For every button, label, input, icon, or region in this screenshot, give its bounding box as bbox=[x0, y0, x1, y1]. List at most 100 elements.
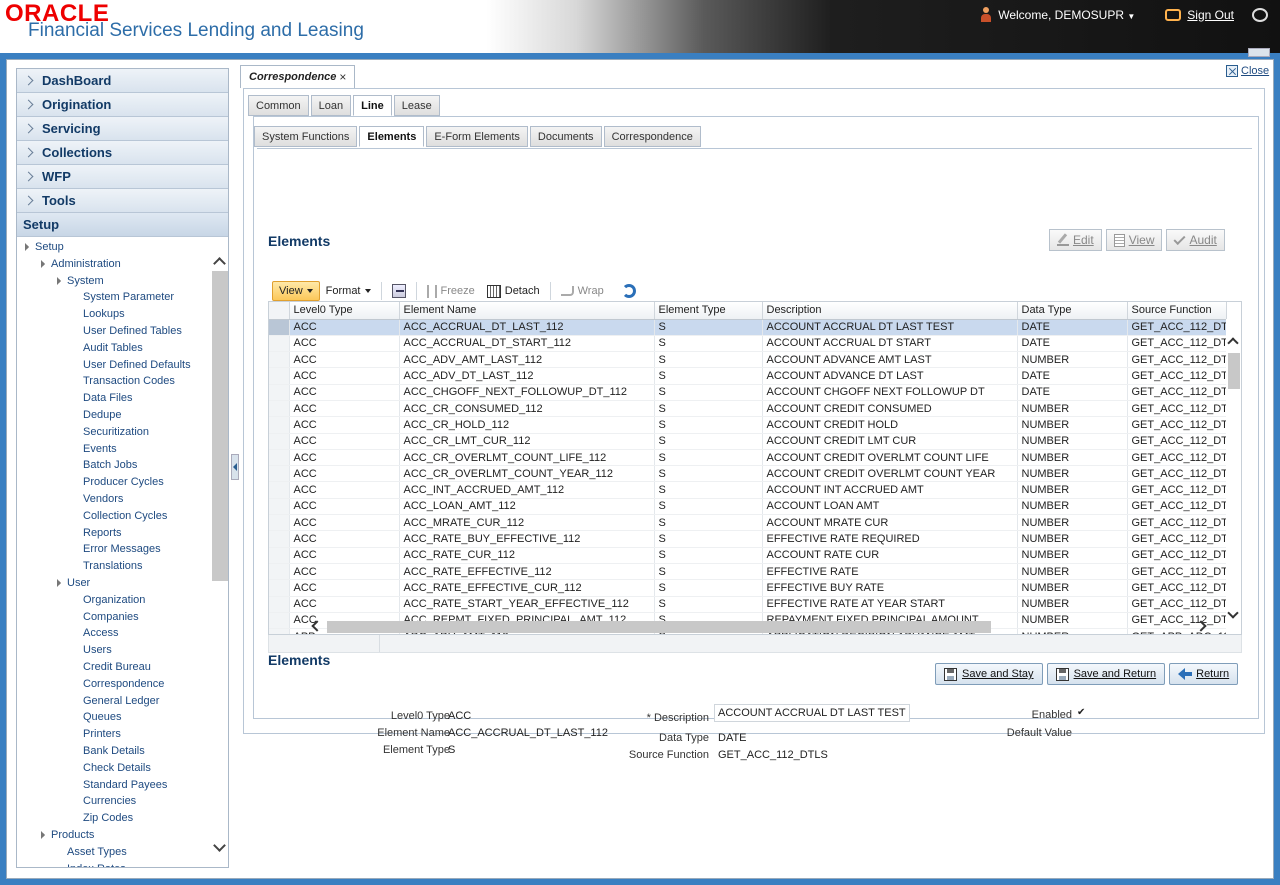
table-row[interactable]: ACC ACC_CR_OVERLMT_COUNT_YEAR_112 S ACCOUNT… bbox=[269, 465, 1227, 483]
tree-item-general-ledger[interactable]: General Ledger bbox=[83, 693, 159, 709]
tree-item-bank-details[interactable]: Bank Details bbox=[83, 743, 145, 759]
tree-scrollbar[interactable] bbox=[212, 237, 228, 867]
tree-item-collection-cycles[interactable]: Collection Cycles bbox=[83, 508, 167, 524]
nav-section-servicing[interactable]: Servicing bbox=[17, 117, 228, 141]
table-row[interactable]: ACC ACC_RATE_EFFECTIVE_112 S EFFECTIVE RATE… bbox=[269, 563, 1227, 581]
tree-item-system[interactable]: System bbox=[53, 273, 104, 289]
grid-hscroll-thumb[interactable] bbox=[327, 621, 991, 633]
row-header[interactable] bbox=[269, 335, 290, 353]
welcome-menu[interactable]: Welcome, DEMOSUPR ▼ bbox=[998, 8, 1135, 22]
tree-item-data-files[interactable]: Data Files bbox=[83, 390, 133, 406]
scroll-down-icon[interactable] bbox=[1227, 607, 1239, 619]
column-header-level0-type[interactable]: Level0 Type bbox=[289, 302, 400, 320]
table-row[interactable]: ACC ACC_ACCRUAL_DT_LAST_112 S ACCOUNT ACCRU… bbox=[269, 319, 1227, 336]
close-tab-icon[interactable]: × bbox=[339, 70, 346, 84]
grid-vertical-scrollbar[interactable] bbox=[1226, 319, 1241, 634]
tree-item-translations[interactable]: Translations bbox=[83, 558, 143, 574]
edit-button[interactable]: Edit bbox=[1049, 229, 1102, 251]
tree-item-access[interactable]: Access bbox=[83, 625, 118, 641]
table-row[interactable]: ACC ACC_CR_HOLD_112 S ACCOUNT CREDIT HOLD NU… bbox=[269, 416, 1227, 434]
tab-correspondence[interactable]: Correspondence × bbox=[240, 65, 356, 88]
tree-item-audit-tables[interactable]: Audit Tables bbox=[83, 340, 143, 356]
tree-item-securitization[interactable]: Securitization bbox=[83, 424, 149, 440]
row-header[interactable] bbox=[269, 465, 290, 483]
row-header[interactable] bbox=[269, 498, 290, 516]
power-icon[interactable] bbox=[1252, 7, 1268, 22]
nav-section-origination[interactable]: Origination bbox=[17, 93, 228, 117]
tree-item-user[interactable]: User bbox=[53, 575, 90, 591]
tab-elements[interactable]: Elements bbox=[359, 126, 425, 147]
tree-item-products[interactable]: Products bbox=[37, 827, 94, 843]
scroll-right-icon[interactable] bbox=[1195, 620, 1207, 632]
tree-item-administration[interactable]: Administration bbox=[37, 256, 121, 272]
tree-item-error-messages[interactable]: Error Messages bbox=[83, 541, 161, 557]
table-row[interactable]: ACC ACC_RATE_BUY_EFFECTIVE_112 S EFFECTIVE … bbox=[269, 530, 1227, 548]
scroll-left-icon[interactable] bbox=[311, 620, 323, 632]
row-header[interactable] bbox=[269, 416, 290, 434]
table-row[interactable]: ACC ACC_RATE_START_YEAR_EFFECTIVE_112 S EFF… bbox=[269, 596, 1227, 613]
table-row[interactable]: ACC ACC_ACCRUAL_DT_START_112 S ACCOUNT ACCR… bbox=[269, 335, 1227, 353]
nav-section-tools[interactable]: Tools bbox=[17, 189, 228, 213]
row-header[interactable] bbox=[269, 351, 290, 369]
tree-item-users[interactable]: Users bbox=[83, 642, 112, 658]
save-and-stay-button[interactable]: Save and Stay bbox=[935, 663, 1043, 685]
wrap-button[interactable]: Wrap bbox=[555, 281, 610, 301]
row-header[interactable] bbox=[269, 596, 290, 613]
row-header[interactable] bbox=[269, 547, 290, 564]
tab-e-form-elements[interactable]: E-Form Elements bbox=[426, 126, 528, 147]
close-button[interactable]: Close bbox=[1226, 65, 1269, 77]
view-menu[interactable]: View bbox=[272, 281, 320, 301]
tree-item-asset-types[interactable]: Asset Types bbox=[67, 844, 127, 860]
row-header[interactable] bbox=[269, 563, 290, 581]
tab-lease[interactable]: Lease bbox=[393, 95, 440, 116]
grid-vscroll-thumb[interactable] bbox=[1228, 353, 1240, 389]
return-button[interactable]: Return bbox=[1169, 663, 1239, 685]
save-and-return-button[interactable]: Save and Return bbox=[1046, 663, 1166, 685]
tree-item-credit-bureau[interactable]: Credit Bureau bbox=[83, 659, 151, 675]
freeze-button[interactable]: Freeze bbox=[421, 281, 481, 301]
table-row[interactable]: ACC ACC_RATE_CUR_112 S ACCOUNT RATE CUR NUMB… bbox=[269, 547, 1227, 564]
nav-setup-header[interactable]: Setup bbox=[17, 213, 228, 237]
minimize-header-handle[interactable] bbox=[1248, 48, 1270, 57]
signout-link[interactable]: Sign Out bbox=[1187, 8, 1234, 22]
row-header[interactable] bbox=[269, 449, 290, 467]
row-header[interactable] bbox=[269, 367, 290, 385]
nav-section-collections[interactable]: Collections bbox=[17, 141, 228, 165]
collapse-nav-handle[interactable] bbox=[231, 454, 239, 480]
tree-item-companies[interactable]: Companies bbox=[83, 609, 139, 625]
nav-section-wfp[interactable]: WFP bbox=[17, 165, 228, 189]
description-field[interactable]: ACCOUNT ACCRUAL DT LAST TEST bbox=[714, 704, 910, 722]
scroll-down-icon[interactable] bbox=[213, 839, 226, 852]
tree-item-batch-jobs[interactable]: Batch Jobs bbox=[83, 457, 137, 473]
tree-item-lookups[interactable]: Lookups bbox=[83, 306, 125, 322]
tree-item-producer-cycles[interactable]: Producer Cycles bbox=[83, 474, 164, 490]
tab-common[interactable]: Common bbox=[248, 95, 309, 116]
table-row[interactable]: ACC ACC_ADV_DT_LAST_112 S ACCOUNT ADVANCE D… bbox=[269, 367, 1227, 385]
row-header[interactable] bbox=[269, 481, 290, 499]
tree-item-index-rates[interactable]: Index Rates bbox=[67, 861, 126, 867]
tree-item-currencies[interactable]: Currencies bbox=[83, 793, 136, 809]
tree-item-queues[interactable]: Queues bbox=[83, 709, 122, 725]
tree-scroll-thumb[interactable] bbox=[212, 271, 228, 581]
nav-section-dashboard[interactable]: DashBoard bbox=[17, 69, 228, 93]
tree-item-dedupe[interactable]: Dedupe bbox=[83, 407, 122, 423]
table-row[interactable]: ACC ACC_MRATE_CUR_112 S ACCOUNT MRATE CUR NU… bbox=[269, 514, 1227, 532]
tree-item-organization[interactable]: Organization bbox=[83, 592, 145, 608]
tree-item-setup[interactable]: Setup bbox=[21, 239, 64, 255]
table-row[interactable]: ACC ACC_RATE_EFFECTIVE_CUR_112 S EFFECTIVE … bbox=[269, 579, 1227, 597]
table-row[interactable]: ACC ACC_CR_CONSUMED_112 S ACCOUNT CREDIT CO… bbox=[269, 400, 1227, 418]
row-header[interactable] bbox=[269, 514, 290, 532]
table-row[interactable]: ACC ACC_CR_LMT_CUR_112 S ACCOUNT CREDIT LMT… bbox=[269, 433, 1227, 450]
column-header-element-type[interactable]: Element Type bbox=[654, 302, 763, 320]
tree-item-vendors[interactable]: Vendors bbox=[83, 491, 123, 507]
tree-item-events[interactable]: Events bbox=[83, 441, 117, 457]
audit-button[interactable]: Audit bbox=[1166, 229, 1225, 251]
detach-button[interactable]: Detach bbox=[481, 281, 546, 301]
column-header-data-type[interactable]: Data Type bbox=[1017, 302, 1128, 320]
grid-horizontal-scrollbar[interactable] bbox=[293, 620, 1223, 634]
column-header-source-function[interactable]: Source Function bbox=[1127, 302, 1227, 320]
table-row[interactable]: ACC ACC_LOAN_AMT_112 S ACCOUNT LOAN AMT NUMB… bbox=[269, 498, 1227, 516]
table-row[interactable]: ACC ACC_INT_ACCRUED_AMT_112 S ACCOUNT INT A… bbox=[269, 481, 1227, 499]
tree-item-check-details[interactable]: Check Details bbox=[83, 760, 151, 776]
tab-system-functions[interactable]: System Functions bbox=[254, 126, 358, 147]
